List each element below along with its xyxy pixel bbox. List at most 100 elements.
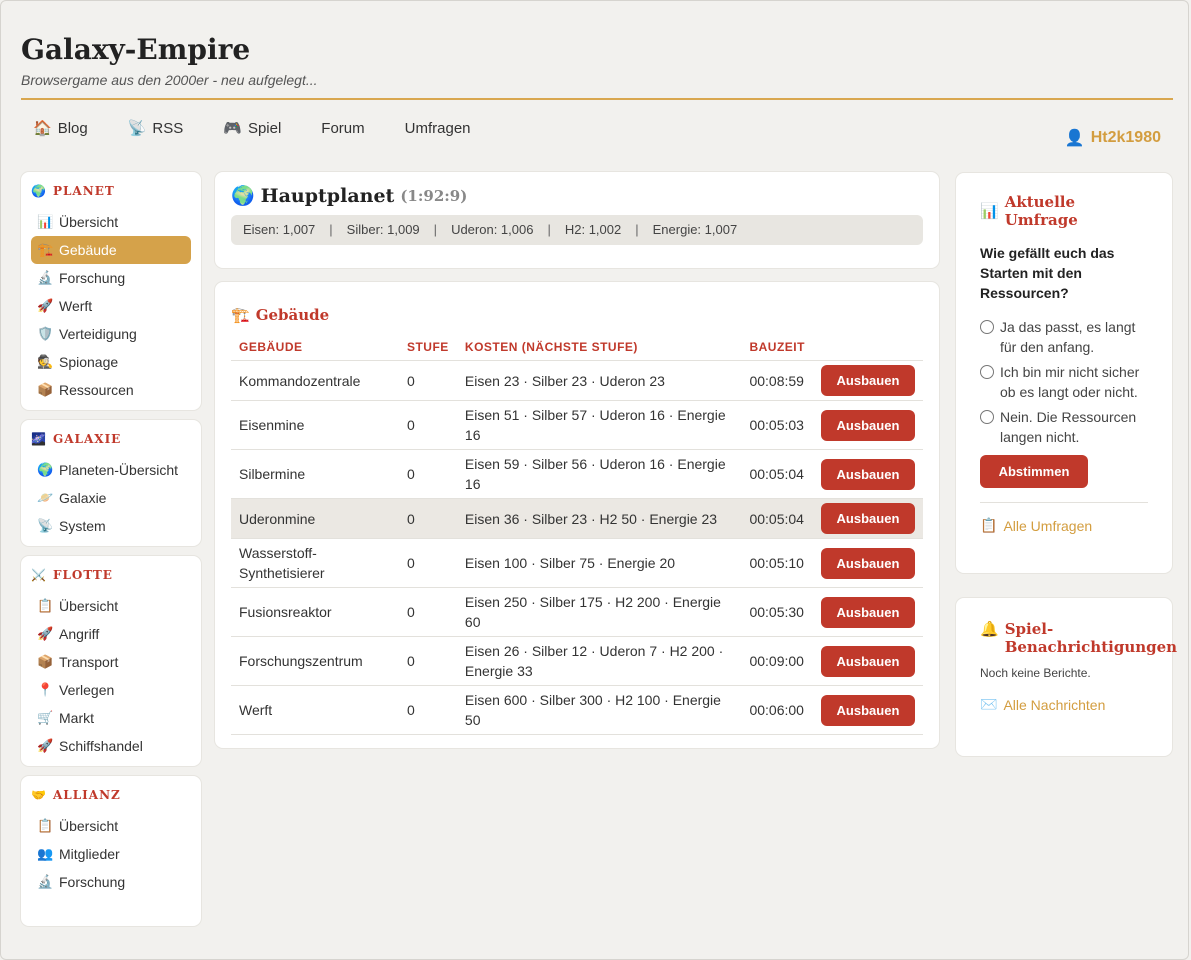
sidebar-item-verteidigung[interactable]: 🛡️ Verteidigung [31, 320, 191, 348]
building-name: Eisenmine [231, 400, 399, 450]
nav-spiel[interactable]: 🎮 Spiel [223, 119, 281, 138]
all-polls-link[interactable]: 📋 Alle Umfragen [980, 517, 1148, 534]
sidebar-item-ressourcen[interactable]: 📦 Ressourcen [31, 376, 191, 404]
pin-icon: 📍 [37, 682, 54, 697]
building-level: 0 [398, 538, 457, 588]
bell-icon: 🔔 [980, 620, 999, 638]
sidebar-item-flotte-uebersicht[interactable]: 📋 Übersicht [31, 592, 191, 620]
planet-panel: 🌍 Hauptplanet (1:92:9) Eisen: 1,007 | Si… [215, 172, 939, 268]
username: Ht2k1980 [1090, 129, 1161, 146]
users-icon: 👥 [37, 846, 54, 861]
building-time: 00:06:00 [741, 685, 813, 735]
sidebar-item-galaxie[interactable]: 🪐 Galaxie [31, 484, 191, 512]
upgrade-button-kommandozentrale[interactable]: Ausbauen [820, 365, 915, 396]
building-cost: Eisen 600 · Silber 300 · H2 100 · Energi… [456, 685, 742, 735]
ringed-planet-icon: 🪐 [37, 490, 54, 505]
microscope-icon: 🔬 [37, 874, 54, 889]
satellite-icon: 📡 [37, 518, 54, 533]
building-cost: Eisen 23 · Silber 23 · Uderon 23 [456, 360, 742, 401]
construction-icon: 🏗️ [37, 242, 54, 257]
gamepad-icon: 🎮 [223, 120, 242, 137]
upgrade-button-silbermine[interactable]: Ausbauen [820, 458, 915, 490]
sidebar-item-markt[interactable]: 🛒 Markt [31, 704, 191, 732]
resource-silber: Silber: 1,009 [346, 222, 420, 237]
site-title[interactable]: Galaxy-Empire [21, 30, 1173, 70]
sidebar-item-schiffshandel[interactable]: 🚀 Schiffshandel [31, 732, 191, 760]
clipboard-icon: 📋 [37, 818, 54, 833]
building-level: 0 [398, 685, 457, 735]
rocket-icon: 🚀 [37, 298, 54, 313]
building-level: 0 [398, 498, 457, 539]
all-messages-link[interactable]: ✉️ Alle Nachrichten [980, 696, 1148, 713]
radio-button[interactable] [980, 365, 994, 379]
col-header-gebaeude: GEBÄUDE [231, 334, 399, 361]
building-time: 00:05:30 [741, 587, 813, 637]
chart-icon: 📊 [37, 214, 54, 229]
building-name: Forschungszentrum [231, 636, 399, 686]
building-level: 0 [398, 360, 457, 401]
notifications-title: 🔔 Spiel-Benachrichtigungen [980, 620, 1178, 656]
building-name: Werft [231, 685, 399, 735]
user-profile-link[interactable]: 👤 Ht2k1980 [1065, 128, 1161, 148]
sidebar-item-werft[interactable]: 🚀 Werft [31, 292, 191, 320]
poll-option-1[interactable]: Ja das passt, es langt für den anfang. [980, 317, 1148, 357]
sidebar-heading-flotte: ⚔️ FLOTTE [31, 568, 113, 582]
sidebar-galaxie: 🌌 GALAXIE 🌍 Planeten-Übersicht 🪐 Galaxie 📡 S… [21, 420, 201, 546]
envelope-icon: ✉️ [980, 696, 998, 712]
building-time: 00:09:00 [741, 636, 813, 686]
sidebar-item-mitglieder[interactable]: 👥 Mitglieder [31, 840, 191, 868]
sidebar-item-spionage[interactable]: 🕵️ Spionage [31, 348, 191, 376]
building-name: Fusionsreaktor [231, 587, 399, 637]
header-divider [21, 98, 1173, 100]
sidebar-item-uebersicht[interactable]: 📊 Übersicht [31, 208, 191, 236]
resource-energie: Energie: 1,007 [652, 222, 738, 237]
handshake-icon: 🤝 [31, 788, 47, 802]
upgrade-button-uderonmine[interactable]: Ausbauen [820, 503, 915, 534]
sidebar-item-planeten-uebersicht[interactable]: 🌍 Planeten-Übersicht [31, 456, 191, 484]
sidebar-item-angriff[interactable]: 🚀 Angriff [31, 620, 191, 648]
poll-option-2[interactable]: Ich bin mir nicht sicher ob es langt ode… [980, 362, 1148, 402]
table-row: Fusionsreaktor 0 Eisen 250 · Silber 175 … [231, 587, 923, 637]
buildings-title: 🏗️ Gebäude [231, 306, 330, 324]
poll-panel: 📊 Aktuelle Umfrage Wie gefällt euch das … [956, 173, 1172, 573]
crossed-swords-icon: ⚔️ [31, 568, 47, 582]
sidebar-item-allianz-uebersicht[interactable]: 📋 Übersicht [31, 812, 191, 840]
radio-button[interactable] [980, 320, 994, 334]
sidebar-planet: 🌍 PLANET 📊 Übersicht 🏗️ Gebäude 🔬 Forschung … [21, 172, 201, 410]
resource-separator: | [329, 222, 333, 237]
sidebar-item-transport[interactable]: 📦 Transport [31, 648, 191, 676]
sidebar-item-system[interactable]: 📡 System [31, 512, 191, 540]
sidebar-item-gebaeude[interactable]: 🏗️ Gebäude [31, 236, 191, 264]
poll-title: 📊 Aktuelle Umfrage [980, 193, 1078, 229]
shield-icon: 🛡️ [37, 326, 54, 341]
chart-icon: 📊 [980, 202, 999, 220]
sidebar-item-allianz-forschung[interactable]: 🔬 Forschung [31, 868, 191, 896]
upgrade-button-werft[interactable]: Ausbauen [820, 694, 915, 726]
building-level: 0 [398, 636, 457, 686]
globe-icon: 🌍 [231, 185, 255, 207]
upgrade-button-forschungszentrum[interactable]: Ausbauen [820, 645, 915, 677]
buildings-panel: 🏗️ Gebäude GEBÄUDE STUFE KOSTEN (NÄCHSTE… [215, 282, 939, 748]
nav-blog[interactable]: 🏠 Blog [33, 119, 88, 138]
radio-button[interactable] [980, 410, 994, 424]
building-time: 00:05:03 [741, 400, 813, 450]
sidebar-item-forschung[interactable]: 🔬 Forschung [31, 264, 191, 292]
vote-button[interactable]: Abstimmen [980, 455, 1088, 488]
nav-rss[interactable]: 📡 RSS [128, 119, 184, 138]
nav-forum[interactable]: Forum [321, 119, 364, 137]
upgrade-button-fusionsreaktor[interactable]: Ausbauen [820, 596, 915, 628]
poll-option-3[interactable]: Nein. Die Ressourcen langen nicht. [980, 407, 1148, 447]
resource-h2: H2: 1,002 [564, 222, 622, 237]
nav-umfragen[interactable]: Umfragen [405, 119, 471, 137]
resource-eisen: Eisen: 1,007 [243, 222, 316, 237]
upgrade-button-eisenmine[interactable]: Ausbauen [820, 409, 915, 441]
galaxy-icon: 🌌 [31, 432, 47, 446]
upgrade-button-wasserstoff[interactable]: Ausbauen [820, 547, 915, 579]
clipboard-icon: 📋 [980, 517, 998, 533]
building-time: 00:05:04 [741, 449, 813, 499]
building-time: 00:05:10 [741, 538, 813, 588]
building-cost: Eisen 59 · Silber 56 · Uderon 16 · Energ… [456, 449, 742, 499]
site-subtitle: Browsergame aus den 2000er - neu aufgele… [21, 72, 318, 88]
sidebar-item-verlegen[interactable]: 📍 Verlegen [31, 676, 191, 704]
resource-bar: Eisen: 1,007 | Silber: 1,009 | Uderon: 1… [231, 215, 923, 245]
